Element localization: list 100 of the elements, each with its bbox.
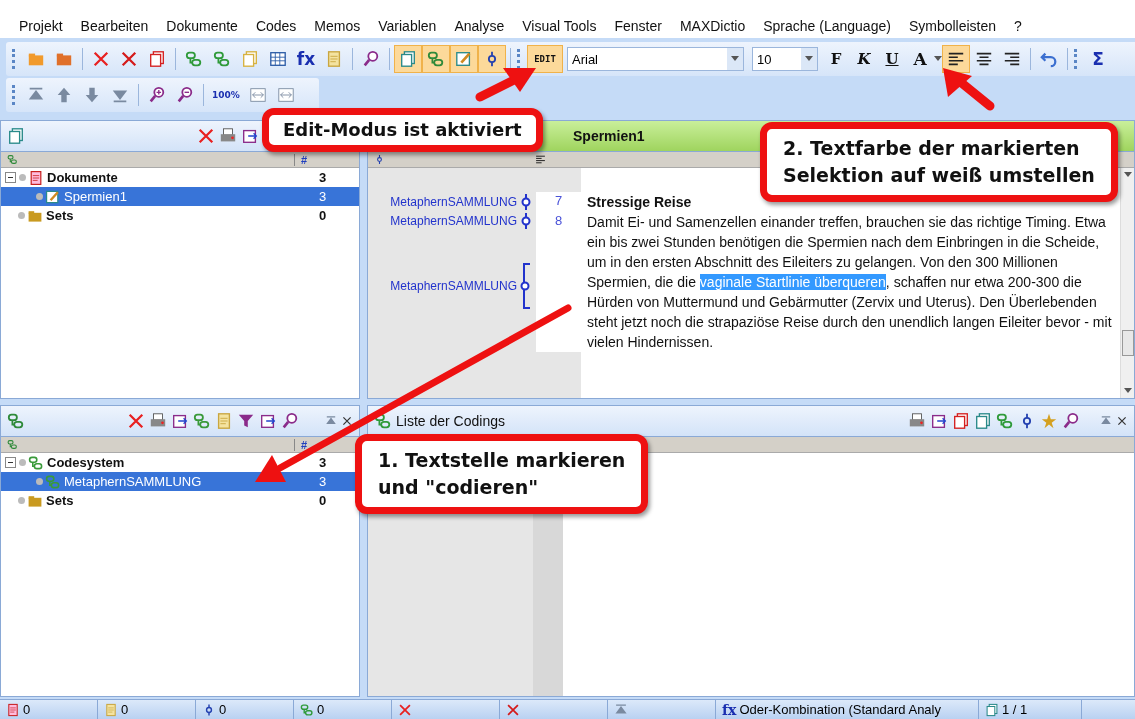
- menu-item[interactable]: Symbolleisten: [899, 16, 1006, 36]
- magnifier-icon: [281, 412, 299, 430]
- toolbar-button[interactable]: fx: [292, 45, 320, 73]
- menu-item[interactable]: Variablen: [369, 16, 446, 36]
- panel-title: Liste der Codings: [396, 413, 505, 429]
- tree-item[interactable]: Sets 0: [1, 206, 359, 225]
- chain-icon: [427, 50, 445, 68]
- format-button[interactable]: U: [878, 45, 906, 73]
- magnifier-icon: [1062, 412, 1080, 430]
- toolbar-button[interactable]: [478, 45, 506, 73]
- zoom-out-icon: [176, 86, 194, 104]
- copy-icon: [399, 50, 417, 68]
- node-icon: [374, 154, 385, 165]
- code-label[interactable]: MetaphernSAMMLUNG: [390, 279, 517, 293]
- chain-icon: [213, 50, 231, 68]
- export-icon: [171, 412, 189, 430]
- zoom-in-icon: [148, 86, 166, 104]
- close-icon[interactable]: [1116, 415, 1128, 427]
- export-icon: [259, 412, 277, 430]
- code-label[interactable]: MetaphernSAMMLUNG: [390, 194, 517, 209]
- callout-note: 1. Textstelle markieren und "codieren": [355, 434, 649, 514]
- chain-icon: [7, 154, 18, 165]
- export-icon: [930, 412, 948, 430]
- format-button[interactable]: F: [822, 45, 850, 73]
- paragraph-heading: Stressige Reise: [587, 193, 693, 212]
- coding-marker-icon[interactable]: [520, 193, 532, 210]
- scrollbar[interactable]: [1120, 168, 1134, 398]
- arrow: [943, 68, 995, 111]
- tree-item[interactable]: Spermien1 3: [1, 187, 359, 206]
- menu-item[interactable]: Fenster: [605, 16, 671, 36]
- font-dropdown[interactable]: Arial: [567, 47, 744, 71]
- chain-icon: [7, 439, 18, 450]
- arrow: [475, 68, 536, 102]
- chain-icon: [7, 412, 25, 430]
- tree-item[interactable]: Dokumente 3: [1, 168, 359, 187]
- copy-icon: [952, 412, 970, 430]
- chain-icon: [374, 412, 392, 430]
- column-header[interactable]: #: [294, 438, 353, 451]
- node-dot-icon: [36, 193, 43, 200]
- callout-note: Edit-Modus ist aktiviert: [262, 108, 543, 152]
- caret-icon: [934, 56, 942, 62]
- toolbar-button[interactable]: 100%: [208, 81, 244, 109]
- menu-item[interactable]: Visual Tools: [513, 16, 606, 36]
- menu-item[interactable]: Analyse: [445, 16, 514, 36]
- pencil-icon: [455, 50, 473, 68]
- document-icon: [215, 412, 233, 430]
- document-icon: [6, 702, 20, 717]
- menu-item[interactable]: Codes: [246, 16, 306, 36]
- node-dot-icon: [36, 478, 43, 485]
- pencil-icon: [45, 188, 61, 205]
- menu-item[interactable]: ?: [1005, 16, 1031, 36]
- menu-item[interactable]: Sprache (Language): [754, 16, 900, 36]
- status-bar-item: fx Oder-Kombination (Standard Analy: [716, 700, 979, 719]
- menu-item[interactable]: Bearbeiten: [71, 16, 158, 36]
- line-number: 7: [536, 192, 581, 212]
- coding-marker-icon[interactable]: [520, 212, 532, 229]
- menu-item[interactable]: MAXDictio: [670, 16, 755, 36]
- table-icon: [269, 50, 287, 68]
- coding-bracket-icon[interactable]: [520, 263, 532, 309]
- filter-icon: [237, 412, 255, 430]
- node-dot-icon: [19, 459, 26, 466]
- close-icon[interactable]: [341, 415, 353, 427]
- chain-icon: [45, 473, 61, 490]
- node-dot-icon: [19, 174, 26, 181]
- star-icon: [1040, 412, 1058, 430]
- status-bar-item: 0: [98, 700, 196, 719]
- code-label[interactable]: MetaphernSAMMLUNG: [390, 213, 517, 228]
- export-icon: [241, 127, 259, 145]
- paragraph-text: Damit Ei- und Samenzellen einander treffen, brauchen sie das richtige Timing. Etwa ein bis zwei Stunden benötigen die Spermien nach dem Einbringen in die Scheide, um in den ersten Abschnitt des Eileiters zu gelangen. Von den 300 Millionen Spermien, die die vaginale Startlinie überqueren, schaffen nur etwa 200-300 die Hürden von Muttermund und Gebärmutter (Zervix und Uterus). Den Überlebenden steht jetzt noch die strapaziöse Reise durch den unendlich langen Eileiter bevor - mit vielen Hindernissen.: [587, 213, 1112, 352]
- toolbar-button[interactable]: Σ: [1084, 45, 1112, 73]
- align-left-icon: [947, 50, 965, 68]
- menu-item[interactable]: Memos: [305, 16, 370, 36]
- copy-icon: [241, 50, 259, 68]
- document-icon: [104, 702, 118, 717]
- menu-item[interactable]: Dokumente: [157, 16, 247, 36]
- align-right-icon: [1003, 50, 1021, 68]
- arrow-to-top-icon: [325, 415, 337, 427]
- chain-icon: [28, 454, 44, 471]
- node-dot-icon: [18, 497, 25, 504]
- edit-mode-button[interactable]: EDIT: [527, 45, 563, 73]
- arrow-to-top-icon: [614, 702, 628, 717]
- node-dot-icon: [18, 212, 25, 219]
- caret-icon: [731, 56, 739, 62]
- undo-icon: [1040, 50, 1058, 68]
- copy-icon: [974, 412, 992, 430]
- document-title: Spermien1: [573, 128, 645, 144]
- format-button[interactable]: A: [906, 45, 934, 73]
- toolbar-button[interactable]: [942, 45, 970, 73]
- document-icon: [28, 169, 44, 186]
- format-button[interactable]: K: [850, 45, 878, 73]
- column-header[interactable]: #: [294, 153, 353, 166]
- fit-page-icon: [276, 86, 295, 104]
- menu-item[interactable]: Projekt: [10, 16, 72, 36]
- font-size-dropdown[interactable]: 10: [752, 47, 818, 71]
- scroll-thumb[interactable]: [1121, 330, 1134, 356]
- chain-icon: [193, 412, 211, 430]
- arrow-to-top-icon: [1100, 415, 1112, 427]
- collapse-icon[interactable]: [5, 457, 16, 468]
- chain-icon: [300, 702, 314, 717]
- collapse-icon[interactable]: [5, 172, 16, 183]
